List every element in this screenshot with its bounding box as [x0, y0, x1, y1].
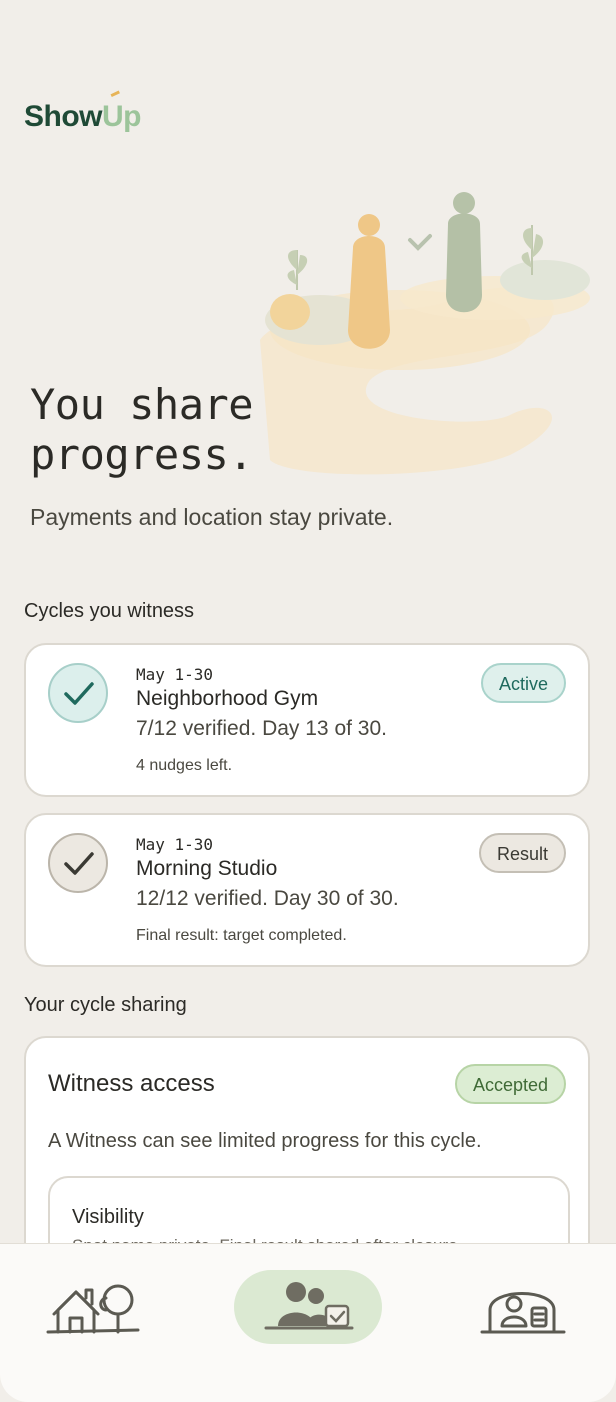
nav-profile[interactable]	[448, 1270, 596, 1344]
witness-people-icon	[264, 1282, 354, 1330]
app-logo: Show Up	[24, 90, 142, 134]
cycle-note: Final result: target completed.	[136, 927, 347, 944]
nav-home[interactable]	[20, 1270, 168, 1344]
sharing-section-label: Your cycle sharing	[24, 994, 187, 1016]
witness-access-title: Witness access	[48, 1070, 215, 1097]
cycle-progress: 12/12 verified. Day 30 of 30.	[136, 887, 399, 910]
nav-witness[interactable]	[234, 1270, 382, 1344]
home-icon	[46, 1284, 140, 1334]
witness-access-description: A Witness can see limited progress for t…	[48, 1130, 482, 1152]
cycle-date: May 1-30	[136, 835, 214, 854]
cycle-note: 4 nudges left.	[136, 757, 233, 774]
cycle-name: Morning Studio	[136, 857, 278, 880]
check-icon	[48, 663, 108, 723]
cycle-name: Neighborhood Gym	[136, 687, 319, 710]
hero-title: You share progress.	[30, 380, 254, 479]
check-icon	[48, 833, 108, 893]
cycle-date: May 1-30	[136, 665, 214, 684]
cycle-card-morning-studio[interactable]: May 1-30 Morning Studio 12/12 verified. …	[24, 813, 590, 967]
status-badge-result: Result	[478, 833, 566, 873]
cycle-progress: 7/12 verified. Day 13 of 30.	[136, 717, 387, 740]
bottom-nav	[0, 1243, 616, 1402]
app-screen: Show Up You share progress. Payments and…	[0, 0, 616, 1402]
status-badge-accepted: Accepted	[454, 1064, 566, 1104]
hero-subtitle: Payments and location stay private.	[30, 504, 394, 530]
witness-section-label: Cycles you witness	[24, 600, 195, 622]
profile-icon	[480, 1292, 566, 1334]
visibility-title: Visibility	[72, 1206, 144, 1228]
cycle-card-neighborhood-gym[interactable]: May 1-30 Neighborhood Gym 7/12 verified.…	[24, 643, 590, 797]
hero-illustration	[250, 180, 616, 490]
status-badge-active: Active	[480, 663, 566, 703]
